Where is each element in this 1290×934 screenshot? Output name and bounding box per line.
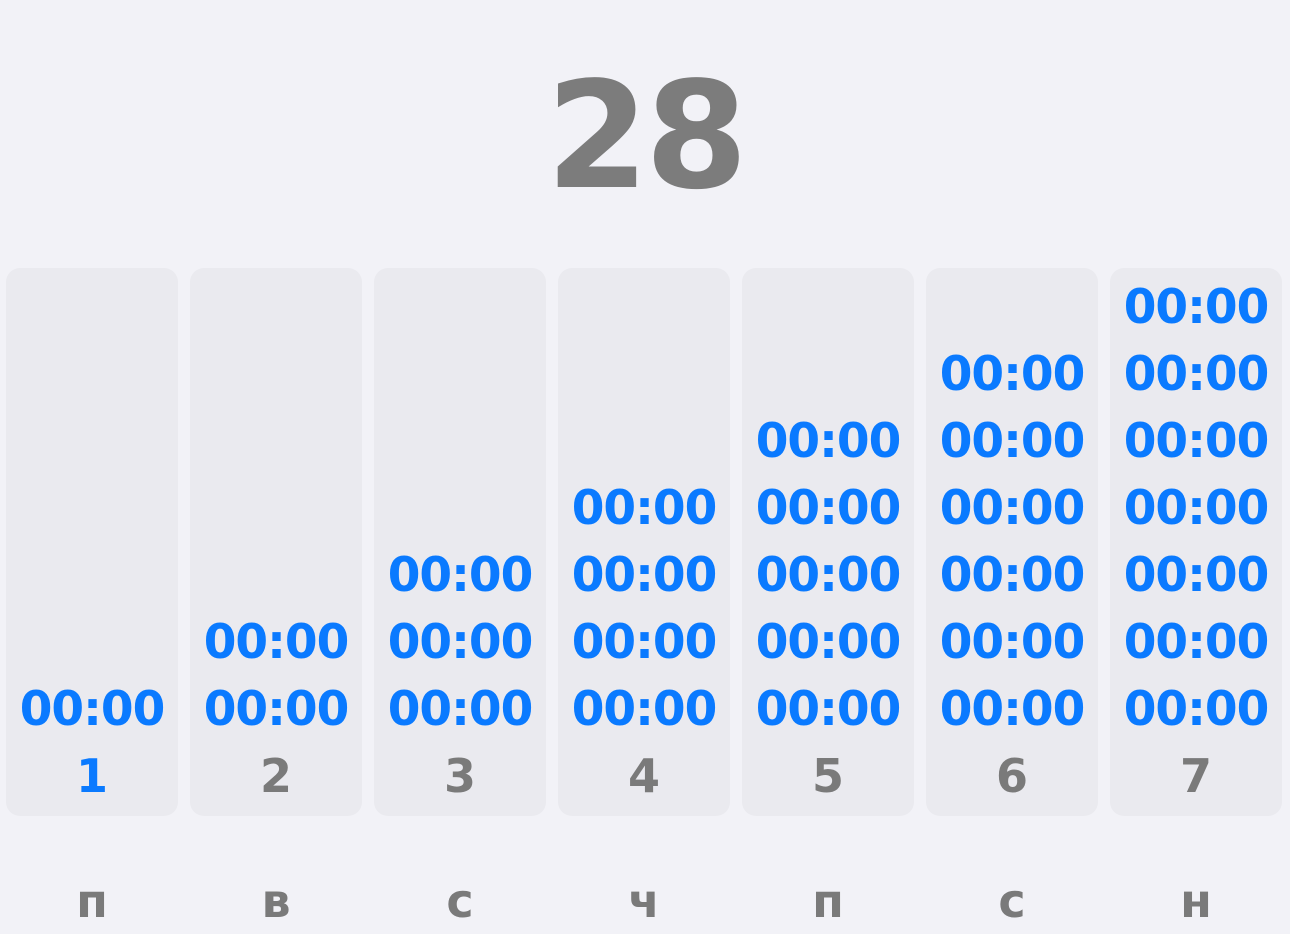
weekday-label: п (812, 874, 844, 928)
day-column-4[interactable]: 00:00 00:00 00:00 00:00 4 (558, 268, 730, 816)
time-entry[interactable]: 00:00 (204, 609, 350, 676)
weekday-label: ч (628, 874, 660, 928)
time-entry[interactable]: 00:00 (1124, 676, 1270, 743)
time-entry[interactable]: 00:00 (20, 676, 166, 743)
time-entry[interactable]: 00:00 (572, 475, 718, 542)
time-entry[interactable]: 00:00 (756, 542, 902, 609)
day-column-2[interactable]: 00:00 00:00 2 (190, 268, 362, 816)
time-entry[interactable]: 00:00 (1124, 609, 1270, 676)
day-number: 3 (443, 749, 476, 803)
weekday-labels: пвсчпсн (6, 868, 1282, 934)
day-number: 2 (259, 749, 292, 803)
day-column-6[interactable]: 00:00 00:00 00:00 00:00 00:00 00:00 6 (926, 268, 1098, 816)
time-entry[interactable]: 00:00 (388, 542, 534, 609)
time-entry[interactable]: 00:00 (940, 475, 1086, 542)
day-number: 1 (75, 749, 108, 803)
time-entry[interactable]: 00:00 (1124, 542, 1270, 609)
time-entry[interactable]: 00:00 (572, 542, 718, 609)
day-number: 7 (1179, 749, 1212, 803)
day-column-1[interactable]: 00:00 1 (6, 268, 178, 816)
day-column-3[interactable]: 00:00 00:00 00:00 3 (374, 268, 546, 816)
day-column-5[interactable]: 00:00 00:00 00:00 00:00 00:00 5 (742, 268, 914, 816)
day-column-7[interactable]: 00:00 00:00 00:00 00:00 00:00 00:00 00:00 7 (1110, 268, 1282, 816)
time-entry[interactable]: 00:00 (572, 609, 718, 676)
weekday-label: п (76, 874, 108, 928)
day-number: 4 (627, 749, 660, 803)
week-columns: 00:00 1 00:00 00:00 2 00:00 00:00 00:00 3 00:00 00… (6, 268, 1282, 816)
time-entry[interactable]: 00:00 (940, 408, 1086, 475)
total-count: 28 (546, 50, 748, 222)
time-entry[interactable]: 00:00 (1124, 274, 1270, 341)
day-number: 6 (995, 749, 1028, 803)
time-entry[interactable]: 00:00 (1124, 341, 1270, 408)
time-entry[interactable]: 00:00 (940, 676, 1086, 743)
time-entry[interactable]: 00:00 (940, 609, 1086, 676)
time-entry[interactable]: 00:00 (388, 609, 534, 676)
weekday-label: в (261, 874, 291, 928)
time-entry[interactable]: 00:00 (572, 676, 718, 743)
time-entry[interactable]: 00:00 (204, 676, 350, 743)
time-entry[interactable]: 00:00 (1124, 475, 1270, 542)
time-entry[interactable]: 00:00 (756, 475, 902, 542)
time-entry[interactable]: 00:00 (388, 676, 534, 743)
time-entry[interactable]: 00:00 (756, 676, 902, 743)
weekday-label: н (1180, 874, 1212, 928)
time-entry[interactable]: 00:00 (940, 542, 1086, 609)
weekday-label: с (998, 874, 1026, 928)
time-entry[interactable]: 00:00 (756, 609, 902, 676)
time-entry[interactable]: 00:00 (756, 408, 902, 475)
time-entry[interactable]: 00:00 (940, 341, 1086, 408)
day-number: 5 (811, 749, 844, 803)
time-entry[interactable]: 00:00 (1124, 408, 1270, 475)
weekday-label: с (446, 874, 474, 928)
